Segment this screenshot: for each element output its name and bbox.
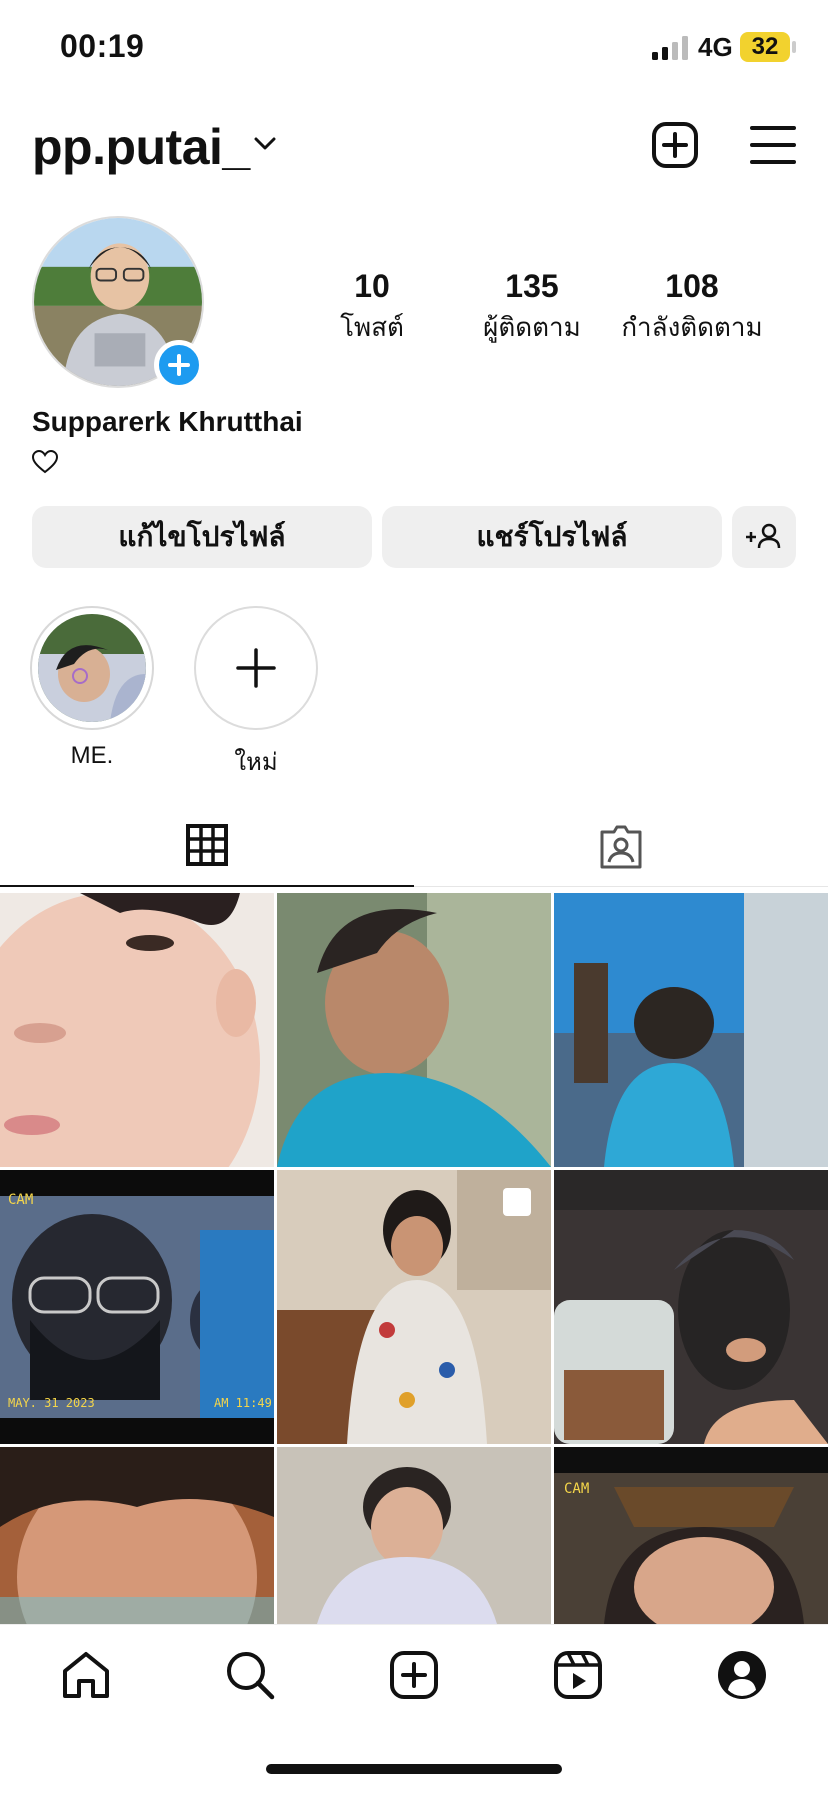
signal-icon: [652, 36, 688, 60]
stat-value: 108: [665, 268, 719, 304]
stat-label: ผู้ติดตาม: [483, 312, 581, 342]
time-overlay: AM 11:49: [214, 1396, 272, 1410]
edit-profile-button[interactable]: แก้ไขโปรไฟล์: [32, 506, 372, 568]
network-type: 4G: [698, 32, 733, 62]
chevron-down-icon[interactable]: [254, 136, 276, 152]
stat-following[interactable]: 108 กำลังติดตาม: [612, 268, 772, 348]
stat-posts[interactable]: 10 โพสต์: [292, 268, 452, 348]
home-icon[interactable]: [60, 1649, 112, 1701]
grid-photo[interactable]: [277, 1170, 551, 1444]
profile-full-name: Supparerk Khrutthai: [32, 406, 303, 437]
stat-label: กำลังติดตาม: [621, 312, 763, 342]
tab-divider: [414, 886, 828, 887]
grid-photo[interactable]: [554, 1170, 828, 1444]
story-highlight[interactable]: [30, 606, 154, 730]
grid-photo[interactable]: CAM MAY. 31 2023 AM 11:49: [0, 1170, 274, 1444]
photo-thumbnail: [554, 1170, 828, 1444]
grid-photo[interactable]: [0, 1447, 274, 1624]
add-person-icon: [746, 523, 781, 549]
highlight-label: ME.: [70, 742, 114, 769]
menu-icon[interactable]: [748, 120, 798, 170]
highlight-cover: [38, 614, 146, 722]
grid-photo[interactable]: CAM: [554, 1447, 828, 1624]
profile-icon[interactable]: [716, 1649, 768, 1701]
stat-value: 135: [505, 268, 559, 304]
status-time: 00:19: [60, 28, 145, 64]
highlight-label: ใหม่: [234, 749, 278, 776]
stat-label: โพสต์: [340, 312, 404, 342]
create-icon[interactable]: [388, 1649, 440, 1701]
profile-username[interactable]: pp.putai_: [32, 118, 250, 176]
cam-overlay: CAM: [8, 1192, 34, 1208]
plus-icon: [236, 648, 276, 688]
share-profile-button[interactable]: แชร์โปรไฟล์: [382, 506, 722, 568]
grid-photo[interactable]: [0, 893, 274, 1167]
photo-thumbnail: [277, 893, 551, 1167]
search-icon[interactable]: [224, 1649, 276, 1701]
photo-thumbnail: [554, 1447, 828, 1624]
battery-tip: [792, 41, 796, 53]
home-indicator: [266, 1764, 562, 1774]
new-highlight[interactable]: [194, 606, 318, 730]
reels-icon[interactable]: [552, 1649, 604, 1701]
grid-icon[interactable]: [186, 824, 228, 866]
cam-overlay: CAM: [564, 1481, 590, 1497]
active-tab-indicator: [0, 885, 414, 887]
discover-people-button[interactable]: [732, 506, 796, 568]
date-overlay: MAY. 31 2023: [8, 1396, 95, 1410]
battery-indicator: 32: [740, 32, 790, 62]
tagged-icon[interactable]: [598, 824, 644, 870]
photo-thumbnail: [554, 893, 828, 1167]
grid-photo[interactable]: [277, 1447, 551, 1624]
photo-thumbnail: [0, 1447, 274, 1624]
photo-thumbnail: [277, 1170, 551, 1444]
stat-followers[interactable]: 135 ผู้ติดตาม: [452, 268, 612, 348]
grid-photo[interactable]: [277, 893, 551, 1167]
heart-icon: [32, 450, 58, 474]
photo-thumbnail: [277, 1447, 551, 1624]
plus-icon: [168, 354, 190, 376]
new-post-icon[interactable]: [650, 120, 700, 170]
photo-thumbnail: [0, 893, 274, 1167]
stat-value: 10: [354, 268, 390, 304]
add-story-badge[interactable]: [154, 340, 204, 390]
grid-photo[interactable]: [554, 893, 828, 1167]
